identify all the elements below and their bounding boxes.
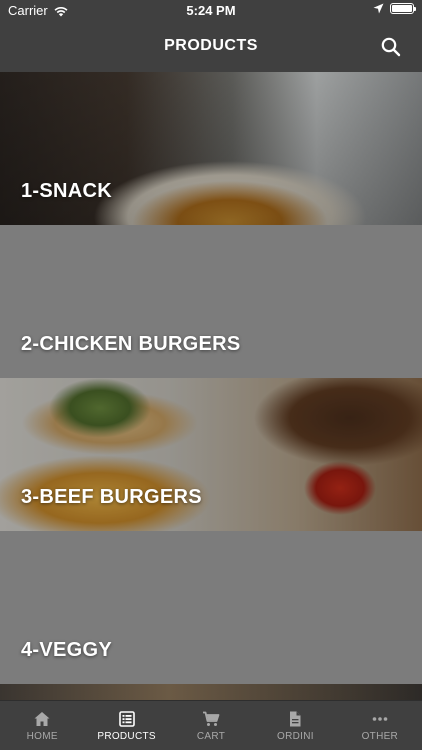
home-icon (34, 712, 50, 726)
tab-products[interactable]: PRODUCTS (84, 701, 168, 750)
tab-label: OTHER (361, 731, 399, 742)
next-category-image (0, 684, 422, 700)
tab-label: CART (196, 731, 226, 742)
tab-label: HOME (26, 731, 58, 742)
status-time: 5:24 PM (186, 3, 236, 18)
cart-icon (203, 711, 220, 726)
page-title: PRODUCTS (164, 37, 258, 54)
battery-fill (392, 5, 412, 12)
category-list: 1-SNACK 2-CHICKEN BURGERS 3-BEEF BURGERS… (0, 72, 422, 700)
search-icon (381, 37, 401, 57)
tab-other[interactable]: OTHER (338, 701, 422, 750)
category-label: 3-BEEF BURGERS (21, 486, 202, 508)
category-veggy[interactable]: 4-VEGGY (0, 531, 422, 684)
category-partial[interactable] (0, 684, 422, 700)
navigation-bar: PRODUCTS (0, 22, 422, 72)
tab-home[interactable]: HOME (0, 701, 84, 750)
location-arrow-icon (373, 3, 384, 14)
category-beef-burgers[interactable]: 3-BEEF BURGERS (0, 378, 422, 531)
category-snack[interactable]: 1-SNACK (0, 72, 422, 225)
more-icon (372, 717, 388, 721)
status-bar: Carrier 5:24 PM (0, 0, 422, 22)
tab-ordini[interactable]: ORDINI (253, 701, 337, 750)
tab-label: ORDINI (277, 731, 314, 742)
category-label: 4-VEGGY (21, 639, 113, 661)
category-label: 2-CHICKEN BURGERS (21, 333, 241, 355)
document-icon (290, 711, 301, 727)
tab-cart[interactable]: CART (169, 701, 253, 750)
category-label: 1-SNACK (21, 180, 112, 202)
list-icon (118, 711, 135, 727)
category-chicken-burgers[interactable]: 2-CHICKEN BURGERS (0, 225, 422, 378)
status-right (373, 3, 416, 14)
tab-label: PRODUCTS (97, 731, 156, 742)
search-button[interactable] (380, 36, 402, 58)
tab-bar: HOME PRODUCTS CART ORDINI OTHER (0, 700, 422, 750)
battery-icon (390, 3, 416, 14)
